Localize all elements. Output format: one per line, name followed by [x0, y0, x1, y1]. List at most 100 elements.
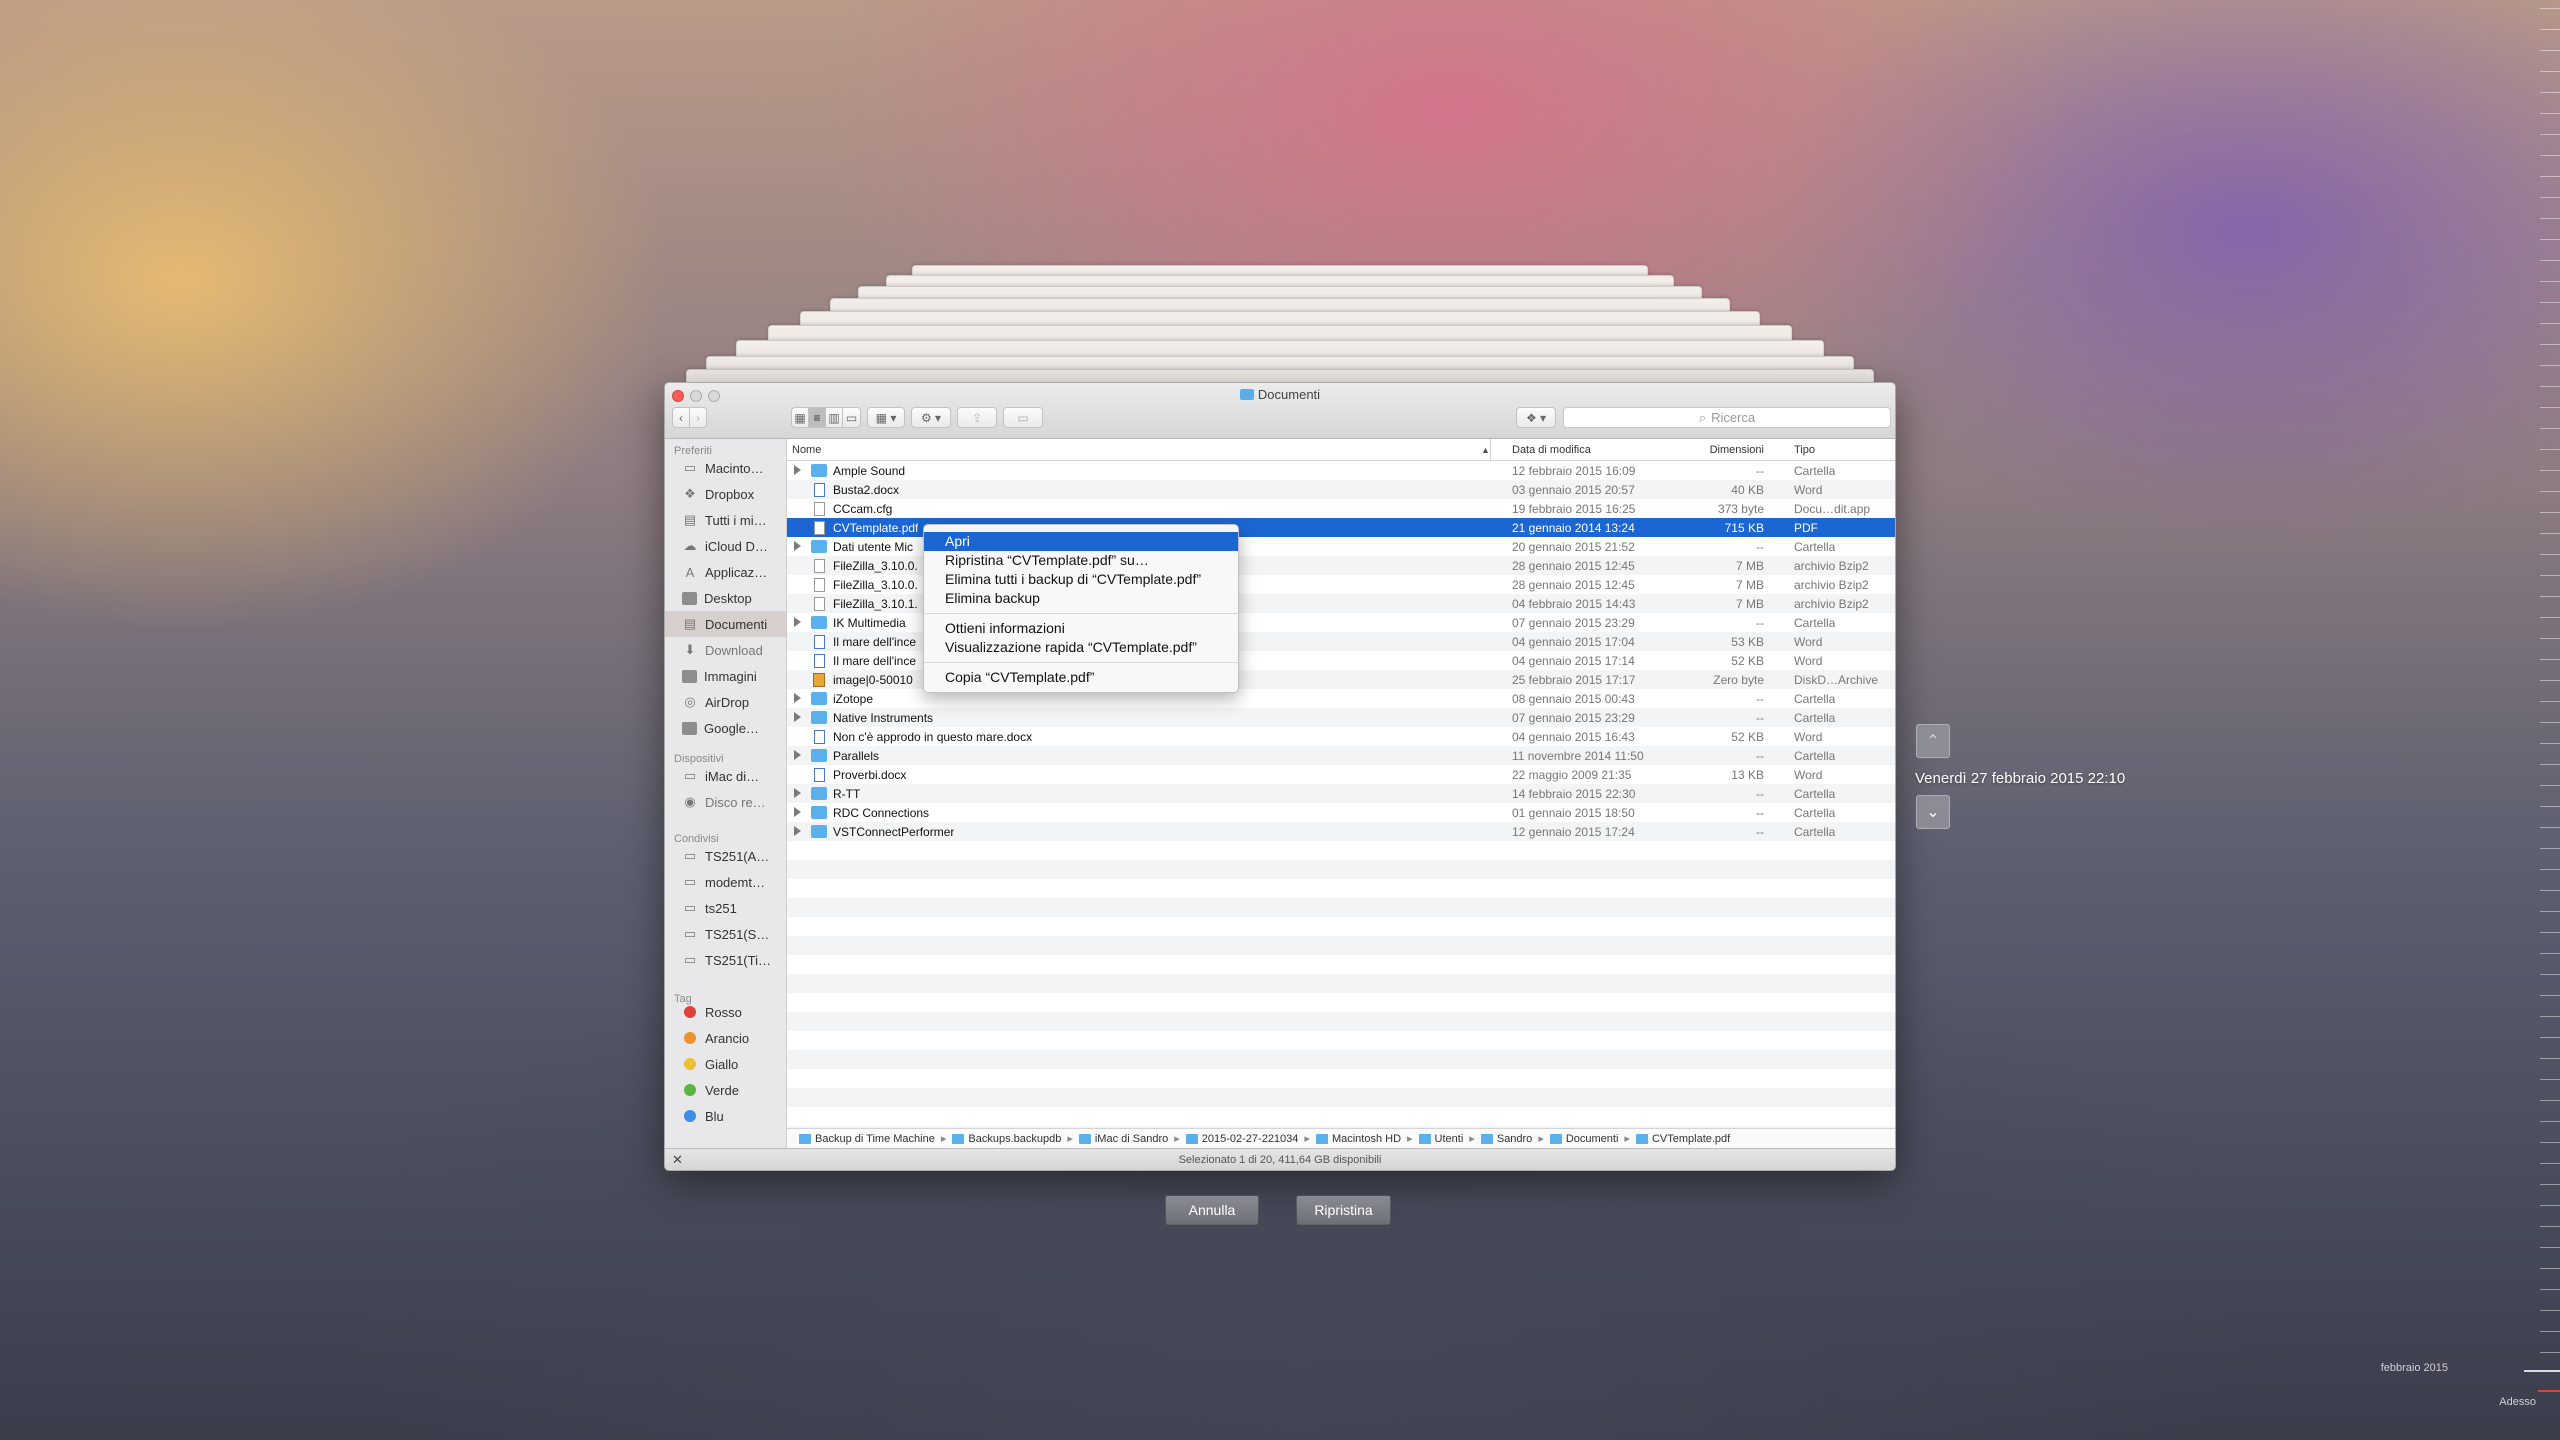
search-field[interactable]: ⌕ Ricerca	[1563, 407, 1891, 428]
timeline-tick[interactable]	[2540, 176, 2560, 177]
sidebar-item-icloud[interactable]: ☁ iCloud D…	[665, 533, 786, 559]
view-coverflow-button[interactable]: ▭	[842, 407, 861, 428]
timeline-tick[interactable]	[2540, 1310, 2560, 1311]
timeline-tick[interactable]	[2540, 218, 2560, 219]
timeline-tick[interactable]	[2540, 323, 2560, 324]
timeline-tick[interactable]	[2540, 596, 2560, 597]
view-icons-button[interactable]: ▦	[791, 407, 809, 428]
timeline-tick[interactable]	[2540, 701, 2560, 702]
timeline-tick[interactable]	[2540, 1331, 2560, 1332]
sidebar-item-shared[interactable]: ▭ TS251(A…	[665, 843, 786, 869]
sidebar-item-all-files[interactable]: ▤ Tutti i mi…	[665, 507, 786, 533]
timeline-tick[interactable]	[2540, 8, 2560, 9]
menu-item-get-info[interactable]: Ottieni informazioni	[924, 619, 1238, 638]
timeline-tick[interactable]	[2540, 239, 2560, 240]
share-button[interactable]: ⇪	[957, 407, 997, 428]
timeline-tick[interactable]	[2540, 932, 2560, 933]
timeline-tick[interactable]	[2540, 260, 2560, 261]
timeline-tick[interactable]	[2540, 806, 2560, 807]
disclosure-triangle-icon[interactable]	[794, 712, 801, 722]
sidebar-item-shared[interactable]: ▭ ts251	[665, 895, 786, 921]
path-segment[interactable]: Backup di Time Machine	[799, 1133, 935, 1145]
timeline-tick[interactable]	[2540, 1205, 2560, 1206]
table-row[interactable]: RDC Connections 01 gennaio 2015 18:50 -- Ca…	[787, 803, 1895, 822]
timeline-tick[interactable]	[2540, 995, 2560, 996]
sidebar-tag-yellow[interactable]: Giallo	[665, 1051, 786, 1077]
column-size-header[interactable]: Dimensioni	[1644, 444, 1764, 456]
timeline-tick[interactable]	[2540, 386, 2560, 387]
table-row[interactable]: R-TT 14 febbraio 2015 22:30 -- Cartella	[787, 784, 1895, 803]
restore-button[interactable]: Ripristina	[1296, 1195, 1391, 1225]
sidebar-item-applications[interactable]: A Applicaz…	[665, 559, 786, 585]
timeline-tick[interactable]	[2540, 848, 2560, 849]
table-row[interactable]: Proverbi.docx 22 maggio 2009 21:35 13 KB Wo…	[787, 765, 1895, 784]
sidebar-item-shared[interactable]: ▭ TS251(Ti…	[665, 947, 786, 973]
sidebar-item-desktop[interactable]: Desktop	[665, 585, 786, 611]
disclosure-triangle-icon[interactable]	[794, 541, 801, 551]
timeline-tick[interactable]	[2540, 1121, 2560, 1122]
path-segment[interactable]: Backups.backupdb	[952, 1133, 1061, 1145]
timeline-tick[interactable]	[2540, 344, 2560, 345]
timeline-tick[interactable]	[2540, 554, 2560, 555]
table-row[interactable]: VSTConnectPerformer 12 gennaio 2015 17:24…	[787, 822, 1895, 841]
timeline-tick[interactable]	[2540, 470, 2560, 471]
timeline-tick[interactable]	[2540, 407, 2560, 408]
column-name-header[interactable]: Nome	[792, 444, 821, 456]
timeline-tick[interactable]	[2540, 764, 2560, 765]
table-row[interactable]: CCcam.cfg 19 febbraio 2015 16:25 373 byte D…	[787, 499, 1895, 518]
dropbox-button[interactable]: ❖ ▾	[1516, 407, 1556, 428]
timeline-tick[interactable]	[2540, 785, 2560, 786]
path-segment[interactable]: 2015-02-27-221034	[1185, 1133, 1298, 1145]
timeline-tick[interactable]	[2540, 533, 2560, 534]
timeline-tick[interactable]	[2540, 890, 2560, 891]
timeline-tick[interactable]	[2540, 71, 2560, 72]
tag-button[interactable]: ▭	[1003, 407, 1043, 428]
sidebar-tag-red[interactable]: Rosso	[665, 999, 786, 1025]
table-row[interactable]: Parallels 11 novembre 2014 11:50 -- Cartell…	[787, 746, 1895, 765]
timeline-tick[interactable]	[2540, 911, 2560, 912]
timeline-tick[interactable]	[2540, 1226, 2560, 1227]
timeline-tick[interactable]	[2540, 1037, 2560, 1038]
timeline-tick[interactable]	[2540, 50, 2560, 51]
disclosure-triangle-icon[interactable]	[794, 826, 801, 836]
sidebar-tag-green[interactable]: Verde	[665, 1077, 786, 1103]
menu-item-open[interactable]: Apri	[924, 532, 1238, 551]
sidebar-item-pictures[interactable]: Immagini	[665, 663, 786, 689]
column-date-header[interactable]: Data di modifica	[1512, 444, 1591, 456]
timeline-tick[interactable]	[2540, 869, 2560, 870]
timeline-tick[interactable]	[2540, 29, 2560, 30]
timeline-tick[interactable]	[2540, 743, 2560, 744]
sidebar-tag-blue[interactable]: Blu	[665, 1103, 786, 1129]
table-row[interactable]: Non c'è approdo in questo mare.docx 04 ge…	[787, 727, 1895, 746]
timeline-tick[interactable]	[2540, 302, 2560, 303]
previous-backup-button[interactable]: ⌃	[1916, 724, 1950, 758]
sidebar-item-imac[interactable]: ▭ iMac di…	[665, 763, 786, 789]
timeline-tick[interactable]	[2540, 491, 2560, 492]
disclosure-triangle-icon[interactable]	[794, 750, 801, 760]
timeline-tick[interactable]	[2540, 974, 2560, 975]
disclosure-triangle-icon[interactable]	[794, 693, 801, 703]
path-segment[interactable]: Documenti	[1549, 1133, 1618, 1145]
timeline-tick[interactable]	[2540, 1142, 2560, 1143]
timeline-tick[interactable]	[2540, 281, 2560, 282]
timeline-tick[interactable]	[2540, 680, 2560, 681]
timeline-tick[interactable]	[2540, 197, 2560, 198]
column-type-header[interactable]: Tipo	[1794, 444, 1815, 456]
timeline-tick[interactable]	[2540, 1079, 2560, 1080]
timeline-tick[interactable]	[2540, 1247, 2560, 1248]
sidebar-item-dropbox[interactable]: ❖ Dropbox	[665, 481, 786, 507]
sidebar-item-google-drive[interactable]: Google…	[665, 715, 786, 741]
timeline-tick[interactable]	[2540, 449, 2560, 450]
table-row[interactable]: Ample Sound 12 febbraio 2015 16:09 -- Carte…	[787, 461, 1895, 480]
disclosure-triangle-icon[interactable]	[794, 807, 801, 817]
timeline-tick[interactable]	[2540, 365, 2560, 366]
path-segment[interactable]: Utenti	[1418, 1133, 1463, 1145]
timeline-tick[interactable]	[2540, 575, 2560, 576]
timeline-tick[interactable]	[2540, 1184, 2560, 1185]
timeline-tick[interactable]	[2540, 953, 2560, 954]
sidebar-item-documents[interactable]: ▤ Documenti	[665, 611, 786, 637]
view-columns-button[interactable]: ▥	[825, 407, 843, 428]
view-list-button[interactable]: ≡	[808, 407, 826, 428]
timeline-tick[interactable]	[2540, 1100, 2560, 1101]
path-segment[interactable]: Sandro	[1480, 1133, 1532, 1145]
